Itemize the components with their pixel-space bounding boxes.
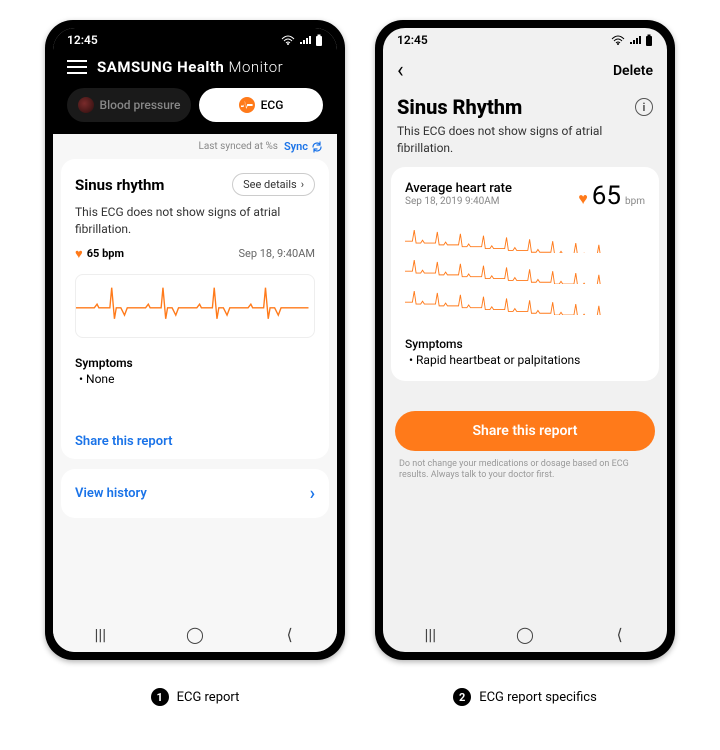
app-title-thin: Monitor bbox=[229, 58, 284, 76]
nav-recents-icon[interactable]: ||| bbox=[88, 625, 112, 644]
share-report-button[interactable]: Share this report bbox=[395, 411, 655, 451]
bpm-row: ♥ 65 bpm Sep 18, 9:40AM bbox=[75, 246, 315, 262]
wifi-icon bbox=[281, 35, 295, 45]
nav-back-icon[interactable]: ⟨ bbox=[278, 625, 302, 644]
sync-label: Sync bbox=[284, 140, 308, 153]
view-history-button[interactable]: View history › bbox=[61, 469, 329, 518]
card-header: Sinus rhythm See details › bbox=[75, 173, 315, 196]
symptoms-value: Rapid heartbeat or palpitations bbox=[405, 353, 645, 367]
nav-recents-icon[interactable]: ||| bbox=[418, 625, 442, 644]
chevron-right-icon: › bbox=[310, 483, 315, 504]
tab-bp-label: Blood pressure bbox=[100, 98, 181, 112]
ecg-waveform-detail bbox=[405, 225, 645, 315]
see-details-label: See details bbox=[243, 178, 297, 191]
symptoms-label: Symptoms bbox=[405, 337, 645, 351]
phone-a-frame: 12:45 SAMSUNG Health Monitor bbox=[45, 20, 345, 660]
refresh-icon bbox=[311, 141, 323, 153]
last-synced-text: Last synced at %s bbox=[198, 141, 278, 152]
android-nav: ||| ◯ ⟨ bbox=[383, 616, 667, 652]
caption-a-text: ECG report bbox=[177, 690, 240, 705]
bpm-text: 65 bpm bbox=[87, 247, 124, 260]
signal-icon bbox=[629, 35, 641, 45]
nav-home-icon[interactable]: ◯ bbox=[183, 625, 207, 644]
result-description: This ECG does not show signs of atrial f… bbox=[383, 123, 667, 167]
phone-b-frame: 12:45 ‹ Delete Sinus Rhythm i This ECG d… bbox=[375, 20, 675, 660]
heart-rate-value-block: ♥ 65 bpm bbox=[578, 181, 645, 211]
blood-pressure-icon bbox=[78, 97, 94, 113]
info-icon[interactable]: i bbox=[635, 98, 653, 116]
ecg-icon bbox=[239, 97, 255, 113]
share-report-link[interactable]: Share this report bbox=[75, 434, 315, 449]
ecg-waveform bbox=[75, 274, 315, 338]
disclaimer-text: Do not change your medications or dosage… bbox=[383, 451, 667, 482]
view-history-label: View history bbox=[75, 486, 147, 501]
status-time: 12:45 bbox=[397, 33, 428, 47]
battery-icon bbox=[315, 34, 323, 46]
see-details-button[interactable]: See details › bbox=[232, 173, 315, 196]
heart-icon: ♥ bbox=[75, 246, 83, 262]
symptoms-value: None bbox=[79, 372, 315, 386]
nav-home-icon[interactable]: ◯ bbox=[513, 625, 537, 644]
title-row: Sinus Rhythm i bbox=[383, 87, 667, 123]
result-card: Sinus rhythm See details › This ECG does… bbox=[61, 159, 329, 459]
status-icons bbox=[281, 34, 323, 46]
tab-blood-pressure[interactable]: Blood pressure bbox=[67, 88, 191, 122]
page-title: Sinus Rhythm bbox=[397, 95, 522, 119]
status-bar: 12:45 bbox=[383, 28, 667, 52]
detail-header: ‹ Delete bbox=[383, 52, 667, 87]
heart-icon: ♥ bbox=[578, 189, 588, 209]
tab-ecg-label: ECG bbox=[261, 98, 284, 112]
bpm-value: ♥ 65 bpm bbox=[75, 246, 124, 262]
caption-b: 2 ECG report specifics bbox=[453, 688, 597, 706]
android-nav: ||| ◯ ⟨ bbox=[53, 616, 337, 652]
heart-rate-left: Average heart rate Sep 18, 2019 9:40AM bbox=[405, 181, 512, 207]
caption-b-text: ECG report specifics bbox=[479, 690, 597, 705]
app-header: SAMSUNG Health Monitor Blood pressure EC bbox=[53, 52, 337, 134]
measurement-time: Sep 18, 9:40AM bbox=[238, 247, 315, 260]
symptoms-block: Symptoms None bbox=[75, 356, 315, 386]
sync-button[interactable]: Sync bbox=[284, 140, 323, 153]
tab-ecg[interactable]: ECG bbox=[199, 88, 323, 122]
status-time: 12:45 bbox=[67, 33, 98, 47]
caption-b-num: 2 bbox=[453, 688, 471, 706]
heart-rate-timestamp: Sep 18, 2019 9:40AM bbox=[405, 196, 512, 207]
status-icons bbox=[611, 34, 653, 46]
comparison-stage: 12:45 SAMSUNG Health Monitor bbox=[45, 20, 675, 706]
category-tabs: Blood pressure ECG bbox=[67, 88, 323, 122]
delete-button[interactable]: Delete bbox=[613, 63, 653, 79]
caption-a-num: 1 bbox=[151, 688, 169, 706]
symptoms-block: Symptoms Rapid heartbeat or palpitations bbox=[405, 337, 645, 367]
battery-icon bbox=[645, 34, 653, 46]
app-title: SAMSUNG Health Monitor bbox=[97, 58, 283, 76]
chevron-right-icon: › bbox=[301, 178, 304, 191]
sync-row: Last synced at %s Sync bbox=[53, 134, 337, 159]
caption-a: 1 ECG report bbox=[151, 688, 240, 706]
heart-rate-label: Average heart rate bbox=[405, 181, 512, 196]
heart-rate-unit: bpm bbox=[625, 196, 645, 207]
symptoms-label: Symptoms bbox=[75, 356, 133, 370]
signal-icon bbox=[299, 35, 311, 45]
result-description: This ECG does not show signs of atrial f… bbox=[75, 204, 315, 238]
status-bar: 12:45 bbox=[53, 28, 337, 52]
detail-card: Average heart rate Sep 18, 2019 9:40AM ♥… bbox=[391, 167, 659, 381]
phone-a-column: 12:45 SAMSUNG Health Monitor bbox=[45, 20, 345, 706]
heart-rate-value: 65 bbox=[592, 181, 621, 211]
nav-back-icon[interactable]: ⟨ bbox=[608, 625, 632, 644]
content-area: Last synced at %s Sync Sinus rhythm See … bbox=[53, 134, 337, 652]
result-title: Sinus rhythm bbox=[75, 176, 164, 194]
menu-icon[interactable] bbox=[67, 60, 87, 74]
phone-a-screen: 12:45 SAMSUNG Health Monitor bbox=[53, 28, 337, 652]
title-row: SAMSUNG Health Monitor bbox=[67, 58, 323, 76]
heart-rate-row: Average heart rate Sep 18, 2019 9:40AM ♥… bbox=[405, 181, 645, 211]
app-title-bold: SAMSUNG bbox=[97, 58, 173, 76]
phone-b-column: 12:45 ‹ Delete Sinus Rhythm i This ECG d… bbox=[375, 20, 675, 706]
app-title-mid: Health bbox=[177, 58, 224, 76]
phone-b-screen: 12:45 ‹ Delete Sinus Rhythm i This ECG d… bbox=[383, 28, 667, 652]
back-button[interactable]: ‹ bbox=[397, 58, 404, 83]
wifi-icon bbox=[611, 35, 625, 45]
